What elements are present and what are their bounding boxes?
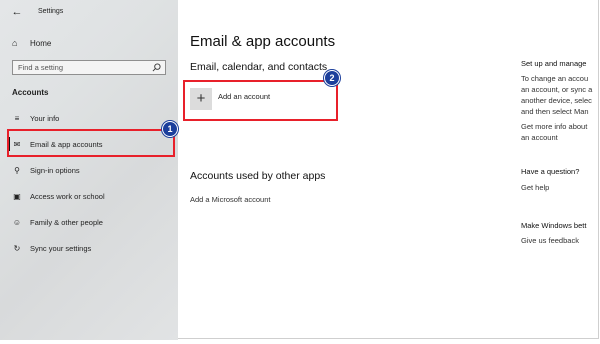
sidebar-item-sync-settings[interactable]: ↻ Sync your settings bbox=[12, 241, 172, 255]
question-heading: Have a question? bbox=[521, 167, 580, 176]
more-info-link-line2[interactable]: an account bbox=[521, 133, 558, 142]
search-input[interactable] bbox=[18, 63, 150, 72]
home-label: Home bbox=[30, 38, 52, 48]
setup-text-line: an account, or sync a bbox=[521, 85, 593, 94]
get-help-link[interactable]: Get help bbox=[521, 183, 549, 192]
sidebar-item-access-work-school[interactable]: ▣ Access work or school bbox=[12, 189, 172, 203]
back-arrow-icon[interactable]: ← bbox=[10, 5, 24, 19]
setup-text-line: To change an accou bbox=[521, 74, 589, 83]
step-badge-2: 2 bbox=[324, 70, 340, 86]
highlight-box-add-account bbox=[183, 80, 338, 121]
step-badge-1: 1 bbox=[162, 121, 178, 137]
home-icon: ⌂ bbox=[12, 38, 18, 48]
setup-text-line: and then select Man bbox=[521, 107, 589, 116]
sidebar-item-sign-in-options[interactable]: ⚲ Sign-in options bbox=[12, 163, 172, 177]
key-icon: ⚲ bbox=[14, 165, 20, 175]
briefcase-icon: ▣ bbox=[13, 191, 21, 201]
section-title-other-apps: Accounts used by other apps bbox=[190, 170, 326, 182]
highlight-box-email-accounts bbox=[7, 129, 175, 157]
sidebar-item-label: Family & other people bbox=[30, 217, 103, 227]
related-settings-panel: Set up and manage To change an accou an … bbox=[521, 0, 600, 340]
sidebar-item-family-other-people[interactable]: ☺ Family & other people bbox=[12, 215, 172, 229]
sidebar-item-your-info[interactable]: ≡ Your info bbox=[12, 111, 172, 125]
page-title: Email & app accounts bbox=[190, 33, 336, 50]
sidebar-item-label: Your info bbox=[30, 113, 60, 123]
sidebar-item-home[interactable]: ⌂ Home bbox=[12, 36, 51, 50]
give-feedback-link[interactable]: Give us feedback bbox=[521, 236, 579, 245]
search-icon[interactable] bbox=[152, 63, 161, 72]
person-card-icon: ≡ bbox=[14, 113, 20, 123]
section-label-accounts: Accounts bbox=[12, 88, 49, 97]
setup-heading: Set up and manage bbox=[521, 59, 587, 68]
more-info-link[interactable]: Get more info about bbox=[521, 122, 587, 131]
window-title: Settings bbox=[38, 8, 64, 15]
sync-icon: ↻ bbox=[13, 243, 21, 253]
make-windows-better-heading: Make Windows bett bbox=[521, 221, 587, 230]
add-microsoft-account-link[interactable]: Add a Microsoft account bbox=[190, 195, 270, 204]
setup-text-line: another device, selec bbox=[521, 96, 592, 105]
sidebar-item-label: Access work or school bbox=[30, 191, 105, 201]
search-box[interactable] bbox=[12, 60, 166, 75]
sidebar-item-label: Sync your settings bbox=[30, 243, 92, 253]
title-bar: ← Settings bbox=[0, 0, 178, 24]
person-add-icon: ☺ bbox=[12, 217, 22, 227]
sidebar: ← Settings ⌂ Home Accounts ≡ Your info ✉… bbox=[0, 0, 178, 340]
sidebar-item-label: Sign-in options bbox=[30, 165, 80, 175]
section-title-email-calendar: Email, calendar, and contacts bbox=[190, 61, 328, 73]
